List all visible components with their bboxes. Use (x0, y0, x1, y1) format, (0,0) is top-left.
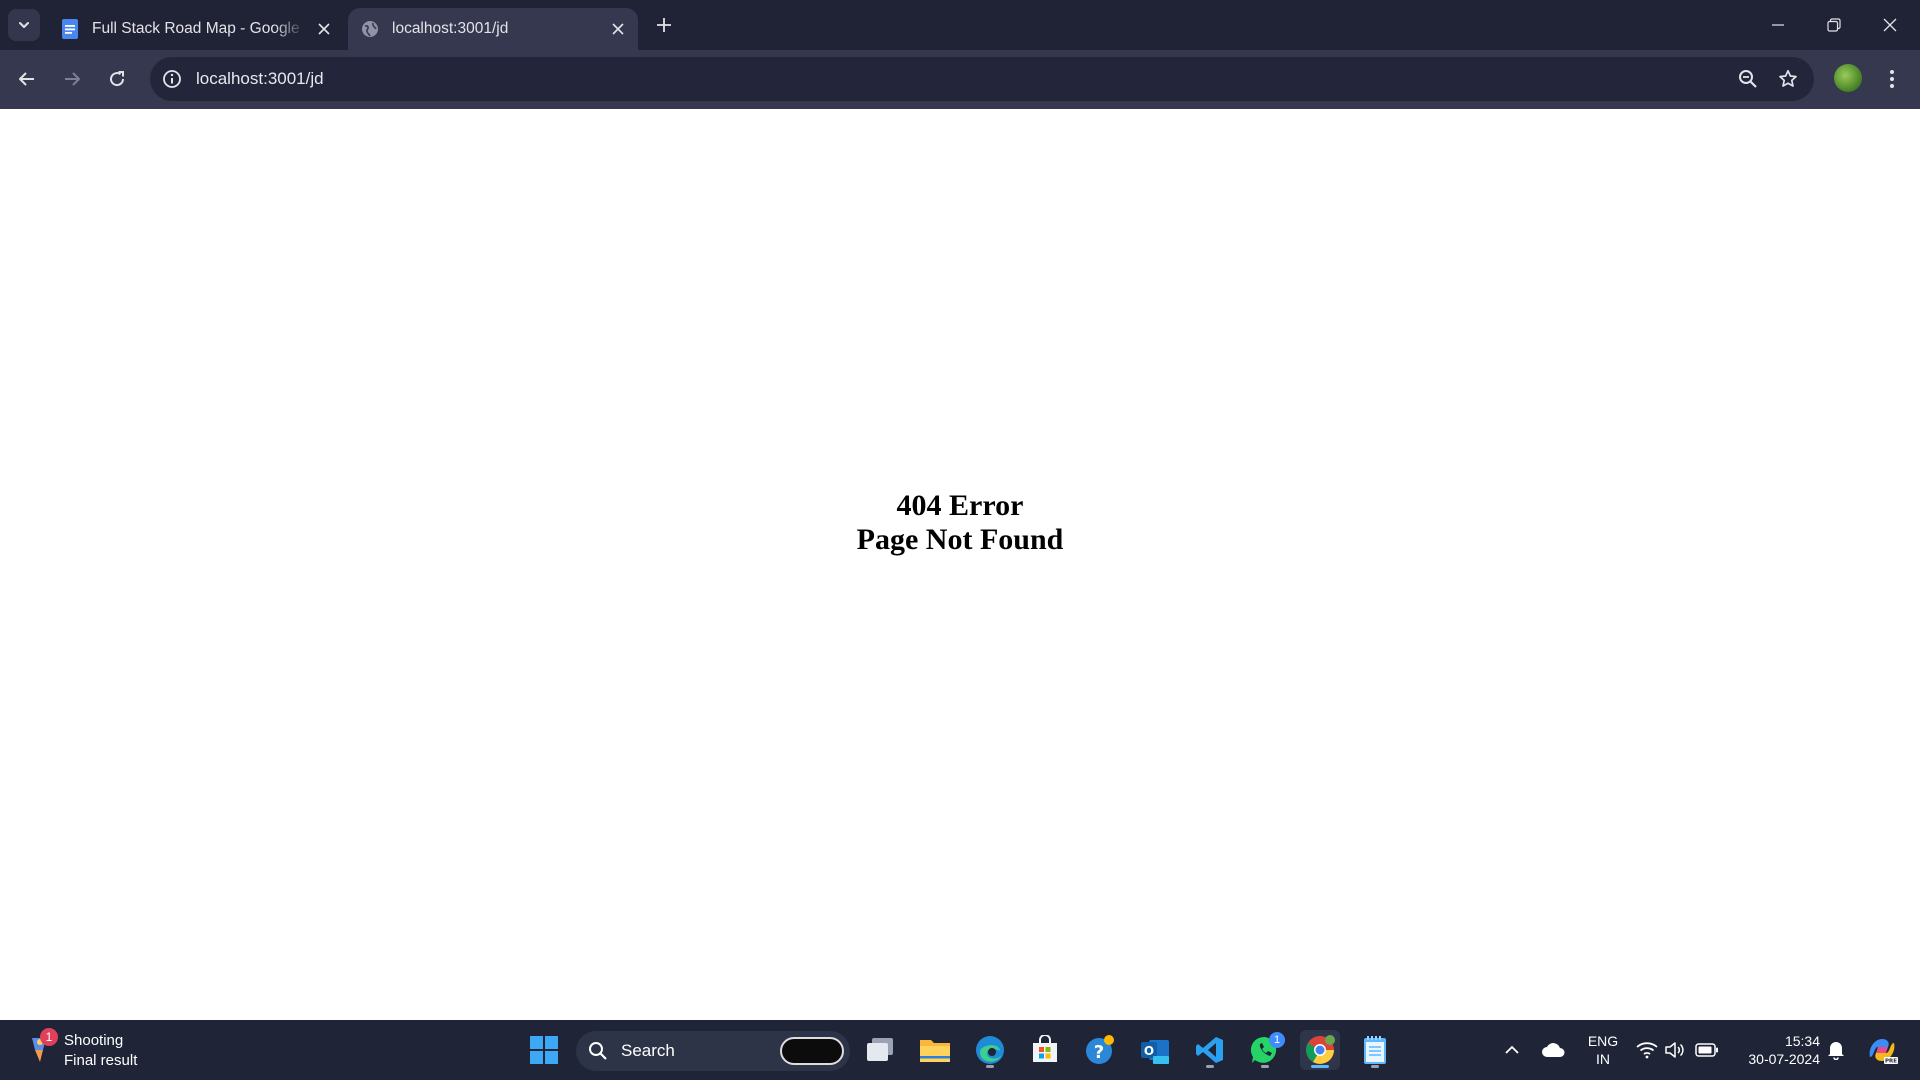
taskbar-search[interactable]: Search (576, 1031, 850, 1071)
zoom-out-icon[interactable] (1736, 67, 1760, 91)
arrow-right-icon (65, 72, 80, 86)
address-bar[interactable]: localhost:3001/jd (150, 57, 1814, 101)
tab-google-docs[interactable]: Full Stack Road Map - Google Docs (48, 8, 344, 50)
outlook-new-icon: O (1141, 1040, 1169, 1064)
bell-icon (1828, 1042, 1844, 1060)
chrome-icon (1306, 1035, 1335, 1064)
notifications-button[interactable] (1824, 1020, 1848, 1080)
search-icon (589, 1042, 607, 1060)
running-indicator (1371, 1065, 1379, 1068)
copilot-icon: PRE (1869, 1039, 1898, 1065)
tab-search-button[interactable] (8, 9, 40, 41)
clock[interactable]: 15:34 30-07-2024 (1732, 1032, 1820, 1068)
task-view-icon (867, 1038, 893, 1061)
error-code: 404 Error (896, 489, 1024, 522)
widget-subtitle: Final result (64, 1052, 138, 1069)
date-text: 30-07-2024 (1748, 1051, 1820, 1067)
speaker-icon (1665, 1042, 1684, 1058)
battery-icon (1695, 1043, 1718, 1057)
svg-text:?: ? (1094, 1042, 1104, 1063)
show-hidden-icons-button[interactable] (1500, 1020, 1524, 1080)
address-text[interactable]: localhost:3001/jd (196, 57, 324, 101)
vscode-icon (1196, 1037, 1223, 1063)
error-description: Page Not Found (856, 523, 1064, 556)
restore-icon (1827, 18, 1841, 32)
new-tab-button[interactable] (652, 13, 676, 37)
news-widget[interactable]: 1 Shooting Final result (24, 1028, 184, 1072)
notepad-icon (1364, 1036, 1386, 1064)
browser-toolbar: localhost:3001/jd (0, 50, 1920, 109)
restore-button[interactable] (1806, 0, 1862, 50)
help-icon: ? (1086, 1035, 1114, 1064)
edge-button[interactable] (970, 1030, 1010, 1070)
svg-text:O: O (1144, 1044, 1154, 1058)
cloud-icon (1542, 1043, 1565, 1057)
start-button[interactable] (524, 1030, 564, 1070)
notification-badge: 1 (1269, 1032, 1285, 1048)
close-icon[interactable] (608, 19, 628, 39)
language-code: ENG (1587, 1033, 1619, 1049)
microsoft-store-icon (1033, 1035, 1057, 1062)
widget-badge: 1 (40, 1028, 58, 1046)
plus-icon (657, 18, 671, 32)
browser-menu-button[interactable] (1880, 62, 1904, 96)
task-view-button[interactable] (860, 1030, 900, 1070)
notepad-button[interactable] (1355, 1030, 1395, 1070)
running-indicator (1261, 1065, 1269, 1068)
widget-title: Shooting (64, 1032, 124, 1049)
time-text: 15:34 (1784, 1033, 1820, 1049)
copilot-button[interactable]: PRE (1862, 1020, 1902, 1080)
minimize-button[interactable] (1750, 0, 1806, 50)
get-help-button[interactable]: ? (1080, 1030, 1120, 1070)
taskbar: 1 Shooting Final result Search ? O 1 ENG… (0, 1020, 1920, 1080)
file-explorer-button[interactable] (915, 1030, 955, 1070)
edge-icon (976, 1036, 1004, 1064)
page-content: 404 Error Page Not Found (0, 109, 1920, 1020)
microsoft-store-button[interactable] (1025, 1030, 1065, 1070)
battery-button[interactable] (1692, 1020, 1722, 1080)
reload-icon (110, 71, 125, 87)
forward-button[interactable] (55, 62, 89, 96)
whatsapp-button[interactable]: 1 (1245, 1030, 1285, 1070)
search-highlight-image (780, 1037, 844, 1065)
windows-start-icon (530, 1036, 558, 1064)
tab-title: localhost:3001/jd (392, 20, 509, 37)
file-explorer-icon (920, 1040, 950, 1062)
arrow-left-icon (19, 72, 34, 86)
volume-button[interactable] (1662, 1020, 1688, 1080)
tab-title: Full Stack Road Map - Google Docs (92, 20, 306, 37)
back-button[interactable] (10, 62, 44, 96)
reload-button[interactable] (100, 62, 134, 96)
minimize-icon (1772, 24, 1784, 26)
running-indicator (1206, 1065, 1214, 1068)
google-docs-icon (60, 19, 80, 39)
close-window-button[interactable] (1862, 0, 1918, 50)
region-code: IN (1596, 1051, 1610, 1067)
input-language[interactable]: ENG IN (1582, 1032, 1624, 1068)
more-vertical-icon (1890, 70, 1894, 88)
svg-text:PRE: PRE (1885, 1059, 1897, 1065)
chevron-up-icon (1505, 1045, 1519, 1054)
onedrive-button[interactable] (1538, 1020, 1568, 1080)
globe-icon (360, 19, 380, 39)
bookmark-star-icon[interactable] (1776, 67, 1800, 91)
running-indicator (1311, 1065, 1329, 1068)
wifi-icon (1636, 1042, 1658, 1059)
outlook-button[interactable]: O (1135, 1030, 1175, 1070)
vscode-button[interactable] (1190, 1030, 1230, 1070)
network-button[interactable] (1634, 1020, 1660, 1080)
search-label: Search (621, 1041, 675, 1060)
profile-avatar[interactable] (1834, 64, 1862, 92)
chrome-button[interactable] (1300, 1030, 1340, 1070)
tab-strip: Full Stack Road Map - Google Docs localh… (0, 0, 1920, 50)
site-info-icon[interactable] (160, 67, 184, 91)
error-message: 404 Error Page Not Found (0, 489, 1920, 557)
tab-localhost[interactable]: localhost:3001/jd (348, 8, 638, 50)
close-icon[interactable] (314, 19, 334, 39)
running-indicator (986, 1065, 994, 1068)
chevron-down-icon (19, 22, 29, 28)
close-icon (1883, 18, 1897, 32)
